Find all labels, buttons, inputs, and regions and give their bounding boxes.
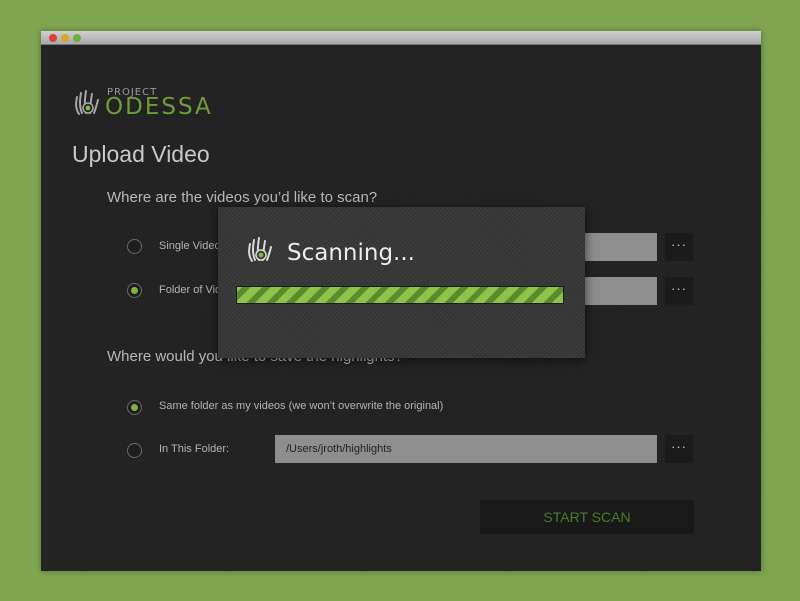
- minimize-window-button[interactable]: [61, 34, 69, 42]
- same-folder-radio[interactable]: [127, 400, 142, 415]
- app-window: PROJECT ODESSA Upload Video Where are th…: [41, 31, 761, 571]
- hand-eye-icon: [248, 237, 272, 262]
- scan-progress-bar: [236, 286, 564, 304]
- logo-odessa-text: ODESSA: [105, 94, 213, 120]
- same-folder-label: Same folder as my videos (we won’t overw…: [159, 400, 444, 412]
- source-question: Where are the videos you’d like to scan?: [107, 189, 378, 206]
- app-logo: PROJECT ODESSA: [73, 86, 243, 122]
- scanning-status-text: Scanning...: [287, 240, 415, 266]
- start-scan-button[interactable]: START SCAN: [480, 500, 694, 534]
- page-title: Upload Video: [72, 141, 210, 167]
- hand-eye-icon: [75, 90, 99, 115]
- maximize-window-button[interactable]: [73, 34, 81, 42]
- in-this-folder-radio[interactable]: [127, 443, 142, 458]
- in-this-folder-label: In This Folder:: [159, 443, 230, 455]
- highlights-folder-input[interactable]: [275, 435, 657, 463]
- single-video-label: Single Video:: [159, 240, 224, 252]
- folder-of-videos-browse-button[interactable]: ···: [665, 277, 693, 305]
- scanning-dialog: Scanning...: [218, 207, 585, 358]
- single-video-browse-button[interactable]: ···: [665, 233, 693, 261]
- highlights-folder-browse-button[interactable]: ···: [665, 435, 693, 463]
- title-bar: [41, 31, 761, 45]
- single-video-radio[interactable]: [127, 239, 142, 254]
- folder-of-videos-radio[interactable]: [127, 283, 142, 298]
- close-window-button[interactable]: [49, 34, 57, 42]
- scan-progress-fill: [237, 287, 563, 303]
